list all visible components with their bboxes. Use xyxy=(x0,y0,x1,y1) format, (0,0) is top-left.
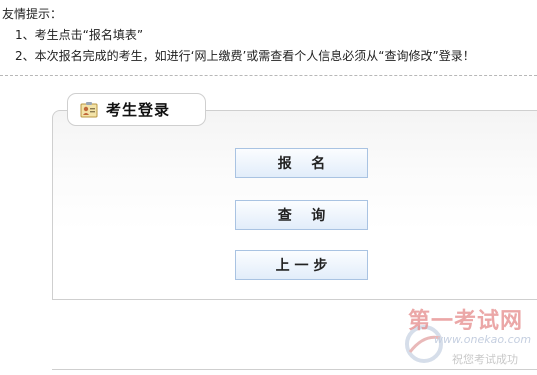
query-button[interactable]: 查 询 xyxy=(235,200,368,230)
tip-line-2: 2、本次报名完成的考生，如进行‘网上缴费’或需查看个人信息必须从“查询修改”登录… xyxy=(15,49,475,63)
tip-line-1: 1、考生点击“报名填表” xyxy=(15,28,144,42)
id-card-icon xyxy=(80,101,98,117)
login-panel-header: 考生登录 xyxy=(67,93,206,126)
register-button[interactable]: 报 名 xyxy=(235,148,368,178)
watermark-domain: www.onekao.com xyxy=(434,333,532,346)
watermark-name: 第一考试网 xyxy=(408,309,524,334)
site-watermark: 第一考试网 www.onekao.com 祝您考试成功 xyxy=(398,300,537,375)
tips-title: 友情提示： xyxy=(2,7,63,21)
watermark-slogan: 祝您考试成功 xyxy=(452,353,518,366)
dashed-divider xyxy=(0,75,537,76)
previous-step-button[interactable]: 上 一 步 xyxy=(235,250,368,280)
panel-title: 考生登录 xyxy=(106,101,171,119)
